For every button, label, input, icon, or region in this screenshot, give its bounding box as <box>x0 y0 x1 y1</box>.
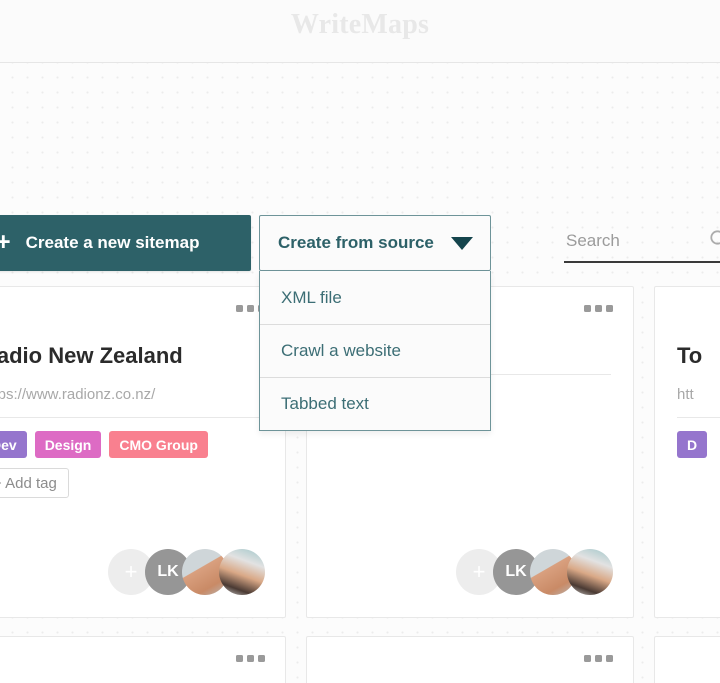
tag-list: Dev Design CMO Group <box>0 431 208 458</box>
card-url: htt <box>677 386 720 418</box>
sitemap-card[interactable]: Radio New Zealand https://www.radionz.co… <box>0 286 286 618</box>
menu-item-xml-file[interactable]: XML file <box>260 271 490 324</box>
card-tags: D <box>677 418 720 458</box>
card-collaborators: + LK <box>108 549 265 595</box>
avatar[interactable] <box>219 549 265 595</box>
app-logo: WriteMaps <box>0 9 720 41</box>
tag-dev[interactable]: Dev <box>0 431 27 458</box>
create-new-sitemap-label: Create a new sitemap <box>26 233 200 253</box>
sitemap-card[interactable] <box>654 636 720 683</box>
sitemap-card[interactable] <box>306 636 634 683</box>
card-collaborators: + LK <box>456 549 613 595</box>
tag-dev[interactable]: D <box>677 431 707 458</box>
create-from-source-dropdown: Create from source XML file Crawl a webs… <box>259 215 491 431</box>
card-options-icon[interactable] <box>236 655 265 662</box>
search-icon[interactable] <box>709 229 720 254</box>
tag-cmo-group[interactable]: CMO Group <box>109 431 208 458</box>
search-input[interactable] <box>564 231 684 257</box>
sitemap-card[interactable]: To htt D <box>654 286 720 618</box>
menu-item-tabbed-text[interactable]: Tabbed text <box>260 377 490 430</box>
tag-design[interactable]: Design <box>35 431 102 458</box>
create-new-sitemap-button[interactable]: + Create a new sitemap <box>0 215 251 271</box>
create-from-source-menu: XML file Crawl a website Tabbed text <box>259 271 491 431</box>
card-url: https://www.radionz.co.nz/ <box>0 386 263 418</box>
add-tag-button[interactable]: + Add tag <box>0 468 69 498</box>
create-from-source-toggle[interactable]: Create from source <box>259 215 491 271</box>
search-box <box>564 227 720 263</box>
card-tags: Dev Design CMO Group + Add tag <box>0 418 263 498</box>
sitemap-card[interactable] <box>0 636 286 683</box>
card-row <box>0 636 720 683</box>
card-title: To <box>677 343 720 369</box>
menu-item-crawl-a-website[interactable]: Crawl a website <box>260 324 490 377</box>
toolbar: + Create a new sitemap Create from sourc… <box>0 215 720 273</box>
plus-icon: + <box>0 230 11 255</box>
card-title: Radio New Zealand <box>0 343 263 369</box>
app-header: WriteMaps <box>0 0 720 63</box>
chevron-down-icon <box>451 237 473 250</box>
card-options-icon[interactable] <box>584 655 613 662</box>
card-options-icon[interactable] <box>584 305 613 312</box>
create-from-source-label: Create from source <box>278 233 434 253</box>
tag-list: D <box>677 431 707 458</box>
avatar[interactable] <box>567 549 613 595</box>
